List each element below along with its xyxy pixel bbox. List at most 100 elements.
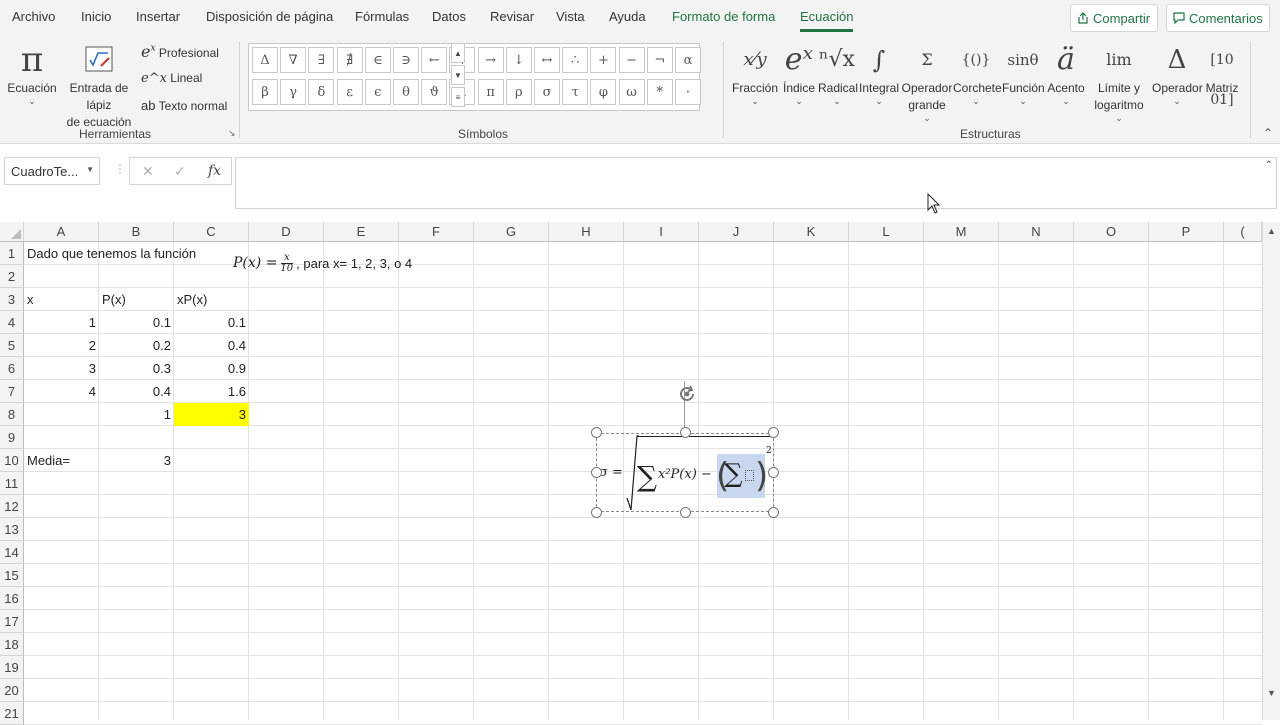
- dialog-launcher-icon[interactable]: ↘: [228, 128, 236, 139]
- symbol-button[interactable]: →: [477, 47, 504, 73]
- row-header-21[interactable]: 21: [0, 702, 24, 725]
- insert-function-icon[interactable]: fx: [208, 163, 221, 179]
- row-header-14[interactable]: 14: [0, 541, 24, 564]
- symbol-button[interactable]: ∄: [336, 47, 363, 73]
- row-header-6[interactable]: 6: [0, 357, 24, 380]
- cell-c8[interactable]: 3: [174, 403, 249, 426]
- matrix-button[interactable]: [10 01] Matriz ⌄: [1204, 40, 1240, 108]
- column-header-c[interactable]: C: [174, 222, 249, 242]
- row-header-18[interactable]: 18: [0, 633, 24, 656]
- chevron-down-icon[interactable]: ▼: [86, 165, 94, 174]
- row-header-13[interactable]: 13: [0, 518, 24, 541]
- resize-handle-ne[interactable]: [768, 427, 779, 438]
- column-header-n[interactable]: N: [999, 222, 1074, 242]
- cell-a5[interactable]: 2: [24, 334, 99, 357]
- formula-input[interactable]: ⌃: [235, 157, 1277, 209]
- row-header-19[interactable]: 19: [0, 656, 24, 679]
- cell-c4[interactable]: 0.1: [174, 311, 249, 334]
- row-header-12[interactable]: 12: [0, 495, 24, 518]
- tab-vista[interactable]: Vista: [556, 9, 585, 24]
- collapse-ribbon-icon[interactable]: ⌃: [1263, 126, 1273, 140]
- bracket-button[interactable]: {()} Corchete ⌄: [953, 40, 1002, 106]
- row-header-9[interactable]: 9: [0, 426, 24, 449]
- cell-a1[interactable]: Dado que tenemos la función: [24, 242, 224, 265]
- resize-handle-w[interactable]: [591, 467, 602, 478]
- equation-button[interactable]: π Ecuación ⌄: [6, 40, 58, 106]
- select-all-corner[interactable]: [0, 222, 24, 242]
- name-box[interactable]: CuadroTe... ▼: [4, 157, 100, 185]
- function-button[interactable]: sinθ Función ⌄: [1002, 40, 1045, 106]
- large-operator-button[interactable]: Σ Operador grande ⌄: [901, 40, 953, 123]
- tab-revisar[interactable]: Revisar: [490, 9, 534, 24]
- tab-formulas[interactable]: Fórmulas: [355, 9, 409, 24]
- cell-b7[interactable]: 0.4: [99, 380, 174, 403]
- column-header-q[interactable]: (: [1224, 222, 1262, 242]
- empty-placeholder[interactable]: [745, 470, 754, 481]
- symbol-button[interactable]: *: [646, 79, 673, 105]
- function-equation[interactable]: P(x) = x 10 , para x= 1, 2, 3, o 4: [233, 249, 412, 277]
- resize-handle-sw[interactable]: [591, 507, 602, 518]
- selected-placeholder[interactable]: ( ∑ ): [716, 454, 768, 498]
- column-header-i[interactable]: I: [624, 222, 699, 242]
- resize-handle-nw[interactable]: [591, 427, 602, 438]
- symbol-button[interactable]: δ: [308, 79, 335, 105]
- row-header-4[interactable]: 4: [0, 311, 24, 334]
- symbol-button[interactable]: ∴: [562, 47, 589, 73]
- cell-b6[interactable]: 0.3: [99, 357, 174, 380]
- column-header-b[interactable]: B: [99, 222, 174, 242]
- operator-button[interactable]: Δ Operador ⌄: [1152, 40, 1203, 106]
- comments-button[interactable]: Comentarios: [1166, 4, 1270, 32]
- symbol-button[interactable]: +: [590, 47, 617, 73]
- symbol-button[interactable]: π: [477, 79, 504, 105]
- symbol-button[interactable]: σ: [534, 79, 560, 105]
- column-header-k[interactable]: K: [774, 222, 849, 242]
- row-header-3[interactable]: 3: [0, 288, 24, 311]
- symbol-button[interactable]: ρ: [505, 79, 532, 105]
- row-header-17[interactable]: 17: [0, 610, 24, 633]
- enter-icon[interactable]: ✓: [174, 163, 186, 180]
- row-header-5[interactable]: 5: [0, 334, 24, 357]
- symbol-button[interactable]: ·: [675, 79, 701, 105]
- symbol-button[interactable]: ↓: [505, 47, 532, 73]
- symbol-button[interactable]: ∃: [308, 47, 335, 73]
- normal-text-option[interactable]: ab Texto normal: [141, 98, 227, 113]
- cell-a3[interactable]: x: [24, 288, 99, 311]
- cell-b4[interactable]: 0.1: [99, 311, 174, 334]
- symbol-button[interactable]: ε: [336, 79, 363, 105]
- column-header-a[interactable]: A: [24, 222, 99, 242]
- column-header-m[interactable]: M: [924, 222, 999, 242]
- index-button[interactable]: eˣ Índice ⌄: [782, 40, 816, 106]
- tab-formato-forma[interactable]: Formato de forma: [672, 9, 775, 24]
- cell-b5[interactable]: 0.2: [99, 334, 174, 357]
- row-header-11[interactable]: 11: [0, 472, 24, 495]
- rotate-handle-icon[interactable]: [675, 382, 699, 406]
- symbol-button[interactable]: α: [675, 47, 701, 73]
- cell-a10[interactable]: Media=: [24, 449, 99, 472]
- symbol-button[interactable]: θ: [393, 79, 419, 105]
- ink-equation-button[interactable]: Entrada de lápiz de ecuación: [58, 40, 140, 131]
- column-header-l[interactable]: L: [849, 222, 924, 242]
- tab-ayuda[interactable]: Ayuda: [609, 9, 646, 24]
- resize-handle-s[interactable]: [680, 507, 691, 518]
- cell-b3[interactable]: P(x): [99, 288, 174, 311]
- symbol-button[interactable]: γ: [280, 79, 307, 105]
- symbol-button[interactable]: φ: [590, 79, 617, 105]
- row-header-15[interactable]: 15: [0, 564, 24, 587]
- cell-a6[interactable]: 3: [24, 357, 99, 380]
- tab-disposicion[interactable]: Disposición de página: [206, 9, 333, 24]
- tab-archivo[interactable]: Archivo: [12, 9, 55, 24]
- cell-c3[interactable]: xP(x): [174, 288, 249, 311]
- column-header-p[interactable]: P: [1149, 222, 1224, 242]
- cell-a7[interactable]: 4: [24, 380, 99, 403]
- symbol-button[interactable]: τ: [562, 79, 589, 105]
- row-header-7[interactable]: 7: [0, 380, 24, 403]
- limit-log-button[interactable]: lim Límite y logaritmo ⌄: [1088, 40, 1150, 123]
- symbol-button[interactable]: ∋: [393, 47, 419, 73]
- more-symbols-icon[interactable]: ≡: [451, 87, 465, 107]
- symbol-button[interactable]: ϵ: [364, 79, 391, 105]
- symbol-button[interactable]: ↔: [534, 47, 560, 73]
- column-header-g[interactable]: G: [474, 222, 549, 242]
- symbol-button[interactable]: Δ: [252, 47, 278, 73]
- symbol-button[interactable]: −: [618, 47, 645, 73]
- share-button[interactable]: Compartir: [1070, 4, 1158, 32]
